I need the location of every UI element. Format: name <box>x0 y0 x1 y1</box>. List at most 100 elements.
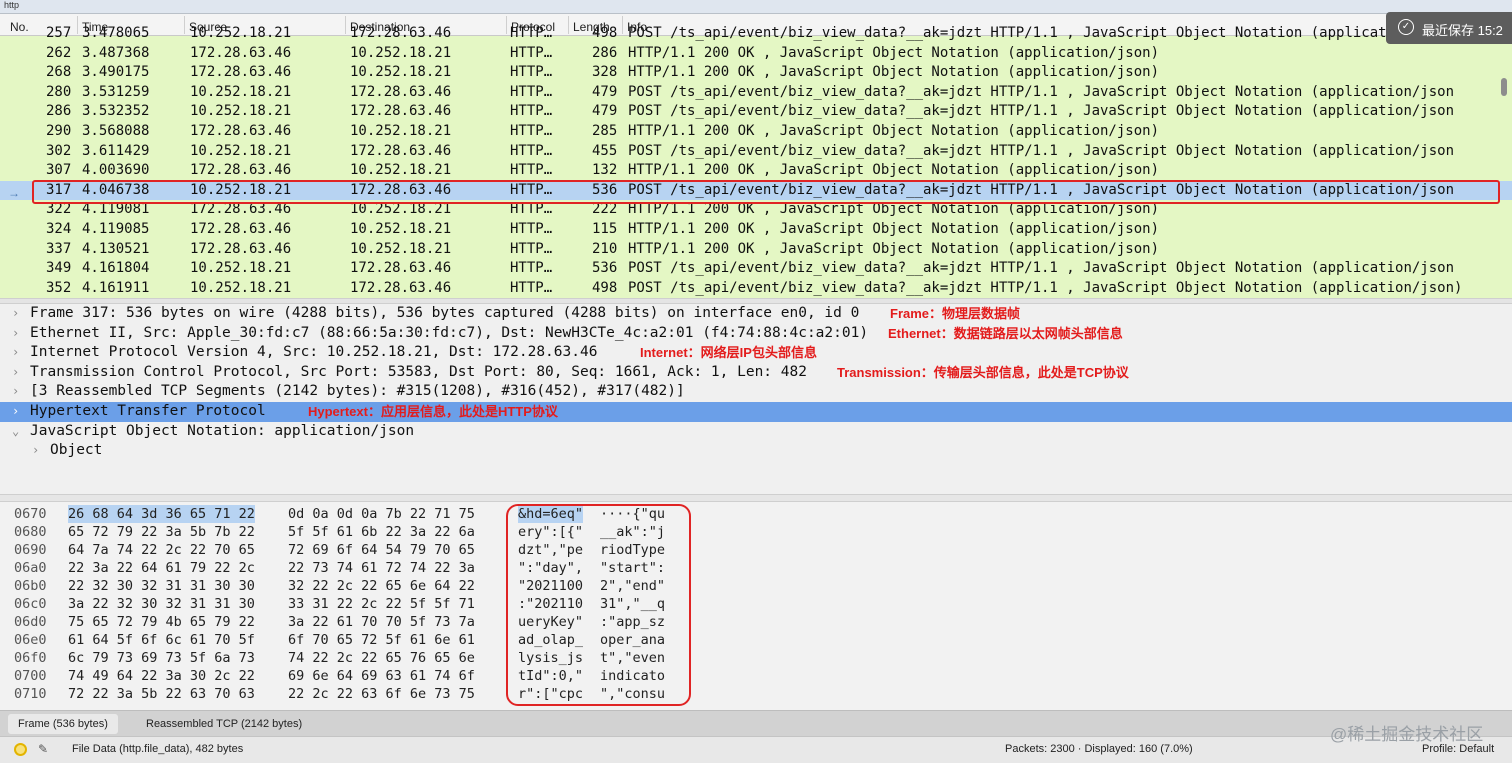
bytes-row[interactable]: 0680 65 72 79 22 3a 5b 7b 22 5f 5f 61 6b 2… <box>0 523 1512 541</box>
watermark: @稀土掘金技术社区 <box>1330 725 1484 744</box>
cell-source: 172.28.63.46 <box>190 123 292 139</box>
packet-row[interactable]: 280 3.531259 10.252.18.21 172.28.63.46 HTTP…… <box>0 83 1512 103</box>
cell-length: 285 <box>592 123 618 139</box>
bytes-row[interactable]: 0670 26 68 64 3d 36 65 71 22 0d 0a 0d 0a 7… <box>0 505 1512 523</box>
byte-offset: 0710 <box>14 686 47 702</box>
cell-destination: 10.252.18.21 <box>350 44 452 61</box>
tab-frame[interactable]: Frame (536 bytes) <box>8 714 118 734</box>
chevron-right-icon[interactable]: › <box>12 363 19 383</box>
cell-source: 172.28.63.46 <box>190 64 292 81</box>
bytes-row[interactable]: 06b0 22 32 30 32 31 31 30 30 32 22 2c 22 6… <box>0 577 1512 595</box>
cell-info: POST /ts_api/event/biz_view_data?__ak=jd… <box>628 260 1455 277</box>
bytes-row[interactable]: 06c0 3a 22 32 30 32 31 31 30 33 31 22 2c 2… <box>0 595 1512 613</box>
hex-bytes-right: 3a 22 61 70 70 5f 73 7a <box>288 614 475 630</box>
cell-no: 280 <box>46 83 72 100</box>
tab-reassembled-tcp[interactable]: Reassembled TCP (2142 bytes) <box>136 714 312 734</box>
annotation-ethernet: Ethernet：数据链路层以太网帧头部信息 <box>888 325 1123 341</box>
cell-destination: 172.28.63.46 <box>350 103 452 120</box>
bytes-row[interactable]: 06e0 61 64 5f 6f 6c 61 70 5f 6f 70 65 72 5… <box>0 631 1512 649</box>
detail-internet-protocol[interactable]: › Internet Protocol Version 4, Src: 10.2… <box>0 343 1512 363</box>
right-arrow-icon: → <box>8 186 20 200</box>
byte-offset: 06e0 <box>14 632 47 648</box>
hex-bytes-left: 26 68 64 3d 36 65 71 22 <box>68 505 255 523</box>
packet-row[interactable]: 324 4.119085 172.28.63.46 10.252.18.21 HTTP…… <box>0 220 1512 240</box>
status-indicator-icon[interactable] <box>14 743 27 756</box>
chevron-right-icon[interactable]: › <box>12 382 19 402</box>
packet-list[interactable]: No. Time Source Destination Protocol Len… <box>0 14 1512 298</box>
bytes-row[interactable]: 0690 64 7a 74 22 2c 22 70 65 72 69 6f 64 5… <box>0 541 1512 559</box>
detail-tcp[interactable]: › Transmission Control Protocol, Src Por… <box>0 363 1512 383</box>
byte-offset: 06f0 <box>14 650 47 666</box>
status-field-info: File Data (http.file_data), 482 bytes <box>72 743 244 755</box>
packet-row[interactable]: 349 4.161804 10.252.18.21 172.28.63.46 HTTP…… <box>0 259 1512 279</box>
hex-bytes-right: 72 69 6f 64 54 79 70 65 <box>288 542 475 558</box>
packet-row[interactable]: 290 3.568088 172.28.63.46 10.252.18.21 HTTP…… <box>0 122 1512 142</box>
detail-json-object[interactable]: › Object <box>0 441 1512 461</box>
cell-no: 324 <box>46 221 72 237</box>
cell-info: HTTP/1.1 200 OK , JavaScript Object Nota… <box>628 64 1160 81</box>
edit-icon[interactable]: ✎ <box>38 742 48 756</box>
bytes-tabs: Frame (536 bytes) Reassembled TCP (2142 … <box>0 710 1512 736</box>
packet-bytes-pane[interactable]: 0670 26 68 64 3d 36 65 71 22 0d 0a 0d 0a 7… <box>0 502 1512 710</box>
chevron-right-icon[interactable]: › <box>32 441 39 461</box>
cell-protocol: HTTP… <box>510 123 553 139</box>
cell-source: 172.28.63.46 <box>190 44 292 61</box>
display-filter-bar[interactable]: http <box>0 0 1512 14</box>
cell-protocol: HTTP… <box>510 221 553 237</box>
cell-length: 210 <box>592 240 618 257</box>
pane-splitter[interactable] <box>0 494 1512 502</box>
cell-length: 536 <box>592 260 618 277</box>
detail-ethernet[interactable]: › Ethernet II, Src: Apple_30:fd:c7 (88:6… <box>0 324 1512 344</box>
cell-info: HTTP/1.1 200 OK , JavaScript Object Nota… <box>628 162 1160 179</box>
cell-time: 3.478065 <box>82 25 150 41</box>
detail-json[interactable]: ⌄ JavaScript Object Notation: applicatio… <box>0 422 1512 442</box>
chevron-right-icon[interactable]: › <box>12 402 19 422</box>
packet-row[interactable]: 268 3.490175 172.28.63.46 10.252.18.21 HTTP…… <box>0 63 1512 83</box>
ascii-highlight-box <box>506 504 691 706</box>
packet-row[interactable]: 337 4.130521 172.28.63.46 10.252.18.21 HTTP…… <box>0 240 1512 260</box>
detail-http[interactable]: › Hypertext Transfer Protocol Hypertext：… <box>0 402 1512 422</box>
packet-list-scrollbar[interactable] <box>1500 38 1508 298</box>
bytes-row[interactable]: 0710 72 22 3a 5b 22 63 70 63 22 2c 22 63 6… <box>0 685 1512 703</box>
hex-bytes-right: 33 31 22 2c 22 5f 5f 71 <box>288 596 475 612</box>
cell-no: 307 <box>46 162 72 179</box>
packet-row[interactable]: 352 4.161911 10.252.18.21 172.28.63.46 HTTP…… <box>0 279 1512 298</box>
cell-length: 479 <box>592 103 618 120</box>
packet-row[interactable]: 307 4.003690 172.28.63.46 10.252.18.21 HTTP…… <box>0 161 1512 181</box>
cell-destination: 172.28.63.46 <box>350 260 452 277</box>
detail-frame[interactable]: › Frame 317: 536 bytes on wire (4288 bit… <box>0 304 1512 324</box>
chevron-down-icon[interactable]: ⌄ <box>12 422 19 442</box>
bytes-row[interactable]: 06d0 75 65 72 79 4b 65 79 22 3a 22 61 70 7… <box>0 613 1512 631</box>
chevron-right-icon[interactable]: › <box>12 343 19 363</box>
detail-reassembled-segments[interactable]: › [3 Reassembled TCP Segments (2142 byte… <box>0 382 1512 402</box>
byte-offset: 06a0 <box>14 560 47 576</box>
checkmark-circle-icon: ✓ <box>1398 19 1414 35</box>
cell-no: 349 <box>46 260 72 277</box>
cell-source: 10.252.18.21 <box>190 260 292 277</box>
packet-row-partial[interactable]: 257 3.478065 10.252.18.21 172.28.63.46 HTTP…… <box>0 24 1512 44</box>
byte-offset: 0700 <box>14 668 47 684</box>
cell-protocol: HTTP… <box>510 83 553 100</box>
packet-details-tree[interactable]: › Frame 317: 536 bytes on wire (4288 bit… <box>0 304 1512 494</box>
status-bar: ✎ File Data (http.file_data), 482 bytes … <box>0 736 1512 763</box>
bytes-row[interactable]: 06a0 22 3a 22 64 61 79 22 2c 22 73 74 61 7… <box>0 559 1512 577</box>
cell-no: 352 <box>46 279 72 296</box>
packet-row[interactable]: 302 3.611429 10.252.18.21 172.28.63.46 HTTP…… <box>0 142 1512 162</box>
chevron-right-icon[interactable]: › <box>12 304 19 324</box>
packet-row[interactable]: 286 3.532352 10.252.18.21 172.28.63.46 HTTP…… <box>0 102 1512 122</box>
autosave-badge: ✓ 最近保存 15:2 <box>1386 12 1512 44</box>
chevron-right-icon[interactable]: › <box>12 324 19 344</box>
packet-row[interactable]: 262 3.487368 172.28.63.46 10.252.18.21 HTTP…… <box>0 44 1512 64</box>
hex-bytes-right: 22 2c 22 63 6f 6e 73 75 <box>288 686 475 702</box>
cell-time: 3.487368 <box>82 44 150 61</box>
cell-destination: 10.252.18.21 <box>350 123 452 139</box>
cell-time: 4.161804 <box>82 260 150 277</box>
bytes-row[interactable]: 0700 74 49 64 22 3a 30 2c 22 69 6e 64 69 6… <box>0 667 1512 685</box>
bytes-row[interactable]: 06f0 6c 79 73 69 73 5f 6a 73 74 22 2c 22 6… <box>0 649 1512 667</box>
cell-destination: 10.252.18.21 <box>350 221 452 237</box>
cell-source: 10.252.18.21 <box>190 103 292 120</box>
selected-packet-highlight-box <box>32 180 1500 204</box>
hex-bytes-right: 0d 0a 0d 0a 7b 22 71 75 <box>288 506 475 522</box>
hex-bytes-right: 6f 70 65 72 5f 61 6e 61 <box>288 632 475 648</box>
cell-protocol: HTTP… <box>510 142 553 159</box>
